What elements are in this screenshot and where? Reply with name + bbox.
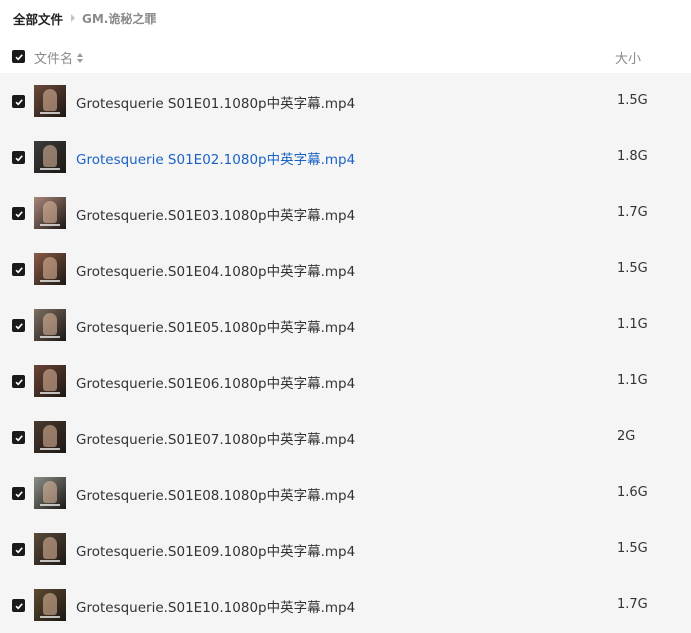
file-row[interactable]: Grotesquerie S01E01.1080p中英字幕.mp4 1.5G	[0, 73, 691, 129]
file-size: 1.1G	[617, 373, 648, 388]
video-thumbnail[interactable]	[34, 533, 66, 565]
file-row[interactable]: Grotesquerie.S01E07.1080p中英字幕.mp4 2G	[0, 409, 691, 465]
file-row[interactable]: Grotesquerie.S01E05.1080p中英字幕.mp4 1.1G	[0, 297, 691, 353]
file-name-link[interactable]: Grotesquerie.S01E05.1080p中英字幕.mp4	[76, 316, 355, 336]
video-thumbnail[interactable]	[34, 253, 66, 285]
file-size: 1.6G	[617, 485, 648, 500]
file-row[interactable]: Grotesquerie.S01E09.1080p中英字幕.mp4 1.5G	[0, 521, 691, 577]
file-size: 1.5G	[617, 541, 648, 556]
file-name-link[interactable]: Grotesquerie.S01E10.1080p中英字幕.mp4	[76, 596, 355, 616]
file-name-link[interactable]: Grotesquerie S01E02.1080p中英字幕.mp4	[76, 148, 355, 168]
video-thumbnail[interactable]	[34, 589, 66, 621]
check-icon	[14, 378, 23, 385]
file-checkbox[interactable]	[12, 151, 25, 164]
file-name-link[interactable]: Grotesquerie.S01E04.1080p中英字幕.mp4	[76, 260, 355, 280]
file-list-header: 文件名 大小	[0, 40, 691, 73]
name-column-label: 文件名	[34, 52, 74, 67]
file-name-link[interactable]: Grotesquerie.S01E08.1080p中英字幕.mp4	[76, 484, 355, 504]
video-thumbnail[interactable]	[34, 477, 66, 509]
check-icon	[14, 602, 23, 609]
video-thumbnail[interactable]	[34, 197, 66, 229]
file-checkbox[interactable]	[12, 319, 25, 332]
file-name-link[interactable]: Grotesquerie.S01E07.1080p中英字幕.mp4	[76, 428, 355, 448]
file-name-link[interactable]: Grotesquerie.S01E06.1080p中英字幕.mp4	[76, 372, 355, 392]
file-name-link[interactable]: Grotesquerie.S01E09.1080p中英字幕.mp4	[76, 540, 355, 560]
file-size: 1.7G	[617, 597, 648, 612]
file-checkbox[interactable]	[12, 207, 25, 220]
breadcrumb-separator-icon	[71, 14, 76, 22]
file-checkbox[interactable]	[12, 599, 25, 612]
video-thumbnail[interactable]	[34, 141, 66, 173]
file-checkbox[interactable]	[12, 95, 25, 108]
check-icon	[14, 434, 23, 441]
file-size: 1.5G	[617, 261, 648, 276]
file-size: 1.1G	[617, 317, 648, 332]
check-icon	[14, 266, 23, 273]
file-row[interactable]: Grotesquerie.S01E06.1080p中英字幕.mp4 1.1G	[0, 353, 691, 409]
file-row[interactable]: Grotesquerie.S01E08.1080p中英字幕.mp4 1.6G	[0, 465, 691, 521]
file-row[interactable]: Grotesquerie S01E02.1080p中英字幕.mp4 1.8G	[0, 129, 691, 185]
file-checkbox[interactable]	[12, 263, 25, 276]
file-list: Grotesquerie S01E01.1080p中英字幕.mp4 1.5G Gro…	[0, 73, 691, 633]
check-icon	[14, 490, 23, 497]
check-icon	[14, 546, 23, 553]
select-all-checkbox[interactable]	[12, 50, 25, 63]
file-name-link[interactable]: Grotesquerie.S01E03.1080p中英字幕.mp4	[76, 204, 355, 224]
check-icon	[14, 154, 23, 161]
file-row[interactable]: Grotesquerie.S01E03.1080p中英字幕.mp4 1.7G	[0, 185, 691, 241]
file-checkbox[interactable]	[12, 487, 25, 500]
check-icon	[14, 322, 23, 329]
check-icon	[14, 53, 23, 60]
video-thumbnail[interactable]	[34, 421, 66, 453]
file-checkbox[interactable]	[12, 431, 25, 444]
name-column-header[interactable]: 文件名	[34, 48, 84, 67]
file-browser: 全部文件 GM.诡秘之罪 文件名 大小 Grotesquerie S01E01.…	[0, 0, 691, 633]
file-size: 1.5G	[617, 93, 648, 108]
check-icon	[14, 98, 23, 105]
breadcrumb: 全部文件 GM.诡秘之罪	[13, 8, 156, 28]
video-thumbnail[interactable]	[34, 85, 66, 117]
breadcrumb-current-folder: GM.诡秘之罪	[82, 11, 157, 26]
file-size: 1.8G	[617, 149, 648, 164]
video-thumbnail[interactable]	[34, 365, 66, 397]
file-row[interactable]: Grotesquerie.S01E10.1080p中英字幕.mp4 1.7G	[0, 577, 691, 633]
breadcrumb-root-link[interactable]: 全部文件	[13, 9, 63, 28]
file-size: 1.7G	[617, 205, 648, 220]
check-icon	[14, 210, 23, 217]
size-column-header[interactable]: 大小	[615, 48, 641, 67]
file-name-link[interactable]: Grotesquerie S01E01.1080p中英字幕.mp4	[76, 92, 355, 112]
file-checkbox[interactable]	[12, 375, 25, 388]
video-thumbnail[interactable]	[34, 309, 66, 341]
file-checkbox[interactable]	[12, 543, 25, 556]
file-row[interactable]: Grotesquerie.S01E04.1080p中英字幕.mp4 1.5G	[0, 241, 691, 297]
file-size: 2G	[617, 429, 636, 444]
sort-icon[interactable]	[77, 52, 84, 63]
